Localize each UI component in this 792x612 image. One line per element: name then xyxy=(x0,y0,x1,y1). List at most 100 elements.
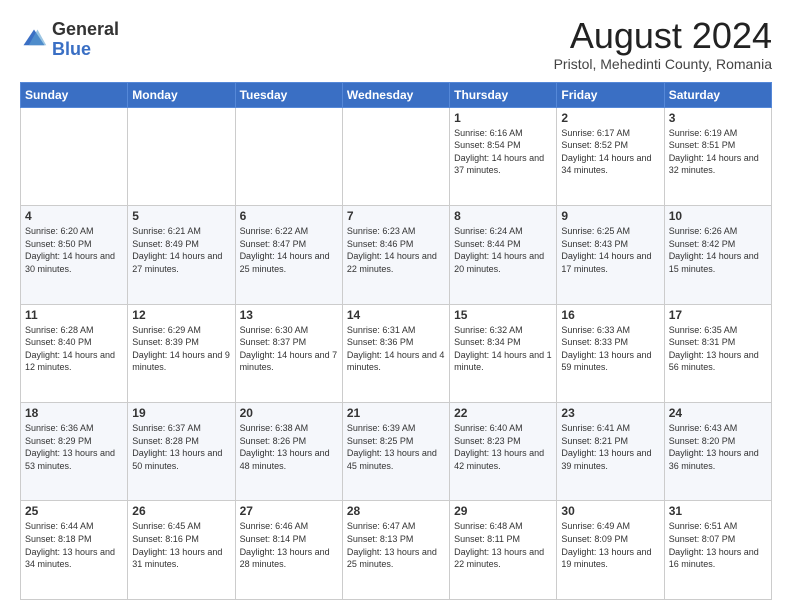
week-row-0: 1Sunrise: 6:16 AM Sunset: 8:54 PM Daylig… xyxy=(21,107,772,205)
day-info-29: Sunrise: 6:48 AM Sunset: 8:11 PM Dayligh… xyxy=(454,520,552,570)
day-info-3: Sunrise: 6:19 AM Sunset: 8:51 PM Dayligh… xyxy=(669,127,767,177)
col-thursday: Thursday xyxy=(450,82,557,107)
day-info-18: Sunrise: 6:36 AM Sunset: 8:29 PM Dayligh… xyxy=(25,422,123,472)
col-sunday: Sunday xyxy=(21,82,128,107)
day-number-10: 10 xyxy=(669,209,767,223)
day-number-18: 18 xyxy=(25,406,123,420)
week-row-3: 18 Sunrise: 6:36 AM Sunset: 8:29 PM Dayli… xyxy=(21,403,772,501)
day-number-7: 7 xyxy=(347,209,445,223)
day-number-23: 23 xyxy=(561,406,659,420)
day-number-31: 31 xyxy=(669,504,767,518)
day-info-17: Sunrise: 6:35 AM Sunset: 8:31 PM Dayligh… xyxy=(669,324,767,374)
day-cell-3-4: 22 Sunrise: 6:40 AM Sunset: 8:23 PM Dayli… xyxy=(450,403,557,501)
day-info-5: Sunrise: 6:21 AM Sunset: 8:49 PM Dayligh… xyxy=(132,225,230,275)
day-cell-1-5: 9 Sunrise: 6:25 AM Sunset: 8:43 PM Daylig… xyxy=(557,206,664,304)
day-cell-1-3: 7 Sunrise: 6:23 AM Sunset: 8:46 PM Daylig… xyxy=(342,206,449,304)
day-info-19: Sunrise: 6:37 AM Sunset: 8:28 PM Dayligh… xyxy=(132,422,230,472)
day-number-28: 28 xyxy=(347,504,445,518)
day-cell-4-1: 26Sunrise: 6:45 AM Sunset: 8:16 PM Dayli… xyxy=(128,501,235,600)
day-info-10: Sunrise: 6:26 AM Sunset: 8:42 PM Dayligh… xyxy=(669,225,767,275)
day-info-16: Sunrise: 6:33 AM Sunset: 8:33 PM Dayligh… xyxy=(561,324,659,374)
day-number-3: 3 xyxy=(669,111,767,125)
col-saturday: Saturday xyxy=(664,82,771,107)
day-number-5: 5 xyxy=(132,209,230,223)
day-cell-4-2: 27 Sunrise: 6:46 AM Sunset: 8:14 PM Dayli… xyxy=(235,501,342,600)
day-info-7: Sunrise: 6:23 AM Sunset: 8:46 PM Dayligh… xyxy=(347,225,445,275)
day-number-21: 21 xyxy=(347,406,445,420)
day-info-12: Sunrise: 6:29 AM Sunset: 8:39 PM Dayligh… xyxy=(132,324,230,374)
day-cell-1-4: 8 Sunrise: 6:24 AM Sunset: 8:44 PM Daylig… xyxy=(450,206,557,304)
day-info-6: Sunrise: 6:22 AM Sunset: 8:47 PM Dayligh… xyxy=(240,225,338,275)
header: General Blue August 2024 Pristol, Mehedi… xyxy=(20,16,772,72)
day-cell-2-2: 13 Sunrise: 6:30 AM Sunset: 8:37 PM Dayli… xyxy=(235,304,342,402)
month-title: August 2024 xyxy=(554,16,772,56)
day-cell-0-5: 2 Sunrise: 6:17 AM Sunset: 8:52 PM Daylig… xyxy=(557,107,664,205)
day-number-20: 20 xyxy=(240,406,338,420)
day-cell-3-1: 19 Sunrise: 6:37 AM Sunset: 8:28 PM Dayli… xyxy=(128,403,235,501)
week-row-1: 4Sunrise: 6:20 AM Sunset: 8:50 PM Daylig… xyxy=(21,206,772,304)
day-cell-1-1: 5 Sunrise: 6:21 AM Sunset: 8:49 PM Daylig… xyxy=(128,206,235,304)
col-wednesday: Wednesday xyxy=(342,82,449,107)
day-info-26: Sunrise: 6:45 AM Sunset: 8:16 PM Dayligh… xyxy=(132,520,230,570)
day-info-4: Sunrise: 6:20 AM Sunset: 8:50 PM Dayligh… xyxy=(25,225,123,275)
day-info-30: Sunrise: 6:49 AM Sunset: 8:09 PM Dayligh… xyxy=(561,520,659,570)
day-cell-0-4: 1Sunrise: 6:16 AM Sunset: 8:54 PM Daylig… xyxy=(450,107,557,205)
day-number-13: 13 xyxy=(240,308,338,322)
day-cell-0-6: 3 Sunrise: 6:19 AM Sunset: 8:51 PM Daylig… xyxy=(664,107,771,205)
day-number-14: 14 xyxy=(347,308,445,322)
day-info-27: Sunrise: 6:46 AM Sunset: 8:14 PM Dayligh… xyxy=(240,520,338,570)
day-cell-3-5: 23 Sunrise: 6:41 AM Sunset: 8:21 PM Dayli… xyxy=(557,403,664,501)
day-cell-2-6: 17Sunrise: 6:35 AM Sunset: 8:31 PM Dayli… xyxy=(664,304,771,402)
day-cell-4-3: 28 Sunrise: 6:47 AM Sunset: 8:13 PM Dayli… xyxy=(342,501,449,600)
logo-icon xyxy=(20,26,48,54)
calendar-body: 1Sunrise: 6:16 AM Sunset: 8:54 PM Daylig… xyxy=(21,107,772,599)
day-cell-0-3 xyxy=(342,107,449,205)
day-cell-1-2: 6Sunrise: 6:22 AM Sunset: 8:47 PM Daylig… xyxy=(235,206,342,304)
day-number-11: 11 xyxy=(25,308,123,322)
day-info-8: Sunrise: 6:24 AM Sunset: 8:44 PM Dayligh… xyxy=(454,225,552,275)
day-number-19: 19 xyxy=(132,406,230,420)
day-info-20: Sunrise: 6:38 AM Sunset: 8:26 PM Dayligh… xyxy=(240,422,338,472)
day-number-8: 8 xyxy=(454,209,552,223)
day-cell-2-0: 11 Sunrise: 6:28 AM Sunset: 8:40 PM Dayli… xyxy=(21,304,128,402)
logo-blue-text: Blue xyxy=(52,39,91,59)
day-cell-0-1 xyxy=(128,107,235,205)
day-number-15: 15 xyxy=(454,308,552,322)
col-monday: Monday xyxy=(128,82,235,107)
logo-general-text: General xyxy=(52,19,119,39)
day-number-30: 30 xyxy=(561,504,659,518)
header-row: Sunday Monday Tuesday Wednesday Thursday… xyxy=(21,82,772,107)
day-cell-4-5: 30 Sunrise: 6:49 AM Sunset: 8:09 PM Dayli… xyxy=(557,501,664,600)
day-cell-2-1: 12 Sunrise: 6:29 AM Sunset: 8:39 PM Dayli… xyxy=(128,304,235,402)
day-number-29: 29 xyxy=(454,504,552,518)
day-cell-3-3: 21Sunrise: 6:39 AM Sunset: 8:25 PM Dayli… xyxy=(342,403,449,501)
day-number-22: 22 xyxy=(454,406,552,420)
day-cell-0-0 xyxy=(21,107,128,205)
day-info-24: Sunrise: 6:43 AM Sunset: 8:20 PM Dayligh… xyxy=(669,422,767,472)
day-cell-4-4: 29 Sunrise: 6:48 AM Sunset: 8:11 PM Dayli… xyxy=(450,501,557,600)
day-number-9: 9 xyxy=(561,209,659,223)
day-info-22: Sunrise: 6:40 AM Sunset: 8:23 PM Dayligh… xyxy=(454,422,552,472)
day-number-1: 1 xyxy=(454,111,552,125)
day-number-2: 2 xyxy=(561,111,659,125)
location-subtitle: Pristol, Mehedinti County, Romania xyxy=(554,56,772,72)
day-cell-4-0: 25Sunrise: 6:44 AM Sunset: 8:18 PM Dayli… xyxy=(21,501,128,600)
title-block: August 2024 Pristol, Mehedinti County, R… xyxy=(554,16,772,72)
day-cell-3-0: 18 Sunrise: 6:36 AM Sunset: 8:29 PM Dayli… xyxy=(21,403,128,501)
day-info-2: Sunrise: 6:17 AM Sunset: 8:52 PM Dayligh… xyxy=(561,127,659,177)
logo: General Blue xyxy=(20,20,119,60)
day-cell-0-2 xyxy=(235,107,342,205)
day-info-13: Sunrise: 6:30 AM Sunset: 8:37 PM Dayligh… xyxy=(240,324,338,374)
day-cell-4-6: 31Sunrise: 6:51 AM Sunset: 8:07 PM Dayli… xyxy=(664,501,771,600)
logo-text: General Blue xyxy=(52,20,119,60)
day-info-9: Sunrise: 6:25 AM Sunset: 8:43 PM Dayligh… xyxy=(561,225,659,275)
day-number-27: 27 xyxy=(240,504,338,518)
day-info-23: Sunrise: 6:41 AM Sunset: 8:21 PM Dayligh… xyxy=(561,422,659,472)
day-info-28: Sunrise: 6:47 AM Sunset: 8:13 PM Dayligh… xyxy=(347,520,445,570)
day-cell-3-6: 24Sunrise: 6:43 AM Sunset: 8:20 PM Dayli… xyxy=(664,403,771,501)
day-number-25: 25 xyxy=(25,504,123,518)
week-row-2: 11 Sunrise: 6:28 AM Sunset: 8:40 PM Dayli… xyxy=(21,304,772,402)
col-tuesday: Tuesday xyxy=(235,82,342,107)
day-info-11: Sunrise: 6:28 AM Sunset: 8:40 PM Dayligh… xyxy=(25,324,123,374)
day-number-12: 12 xyxy=(132,308,230,322)
